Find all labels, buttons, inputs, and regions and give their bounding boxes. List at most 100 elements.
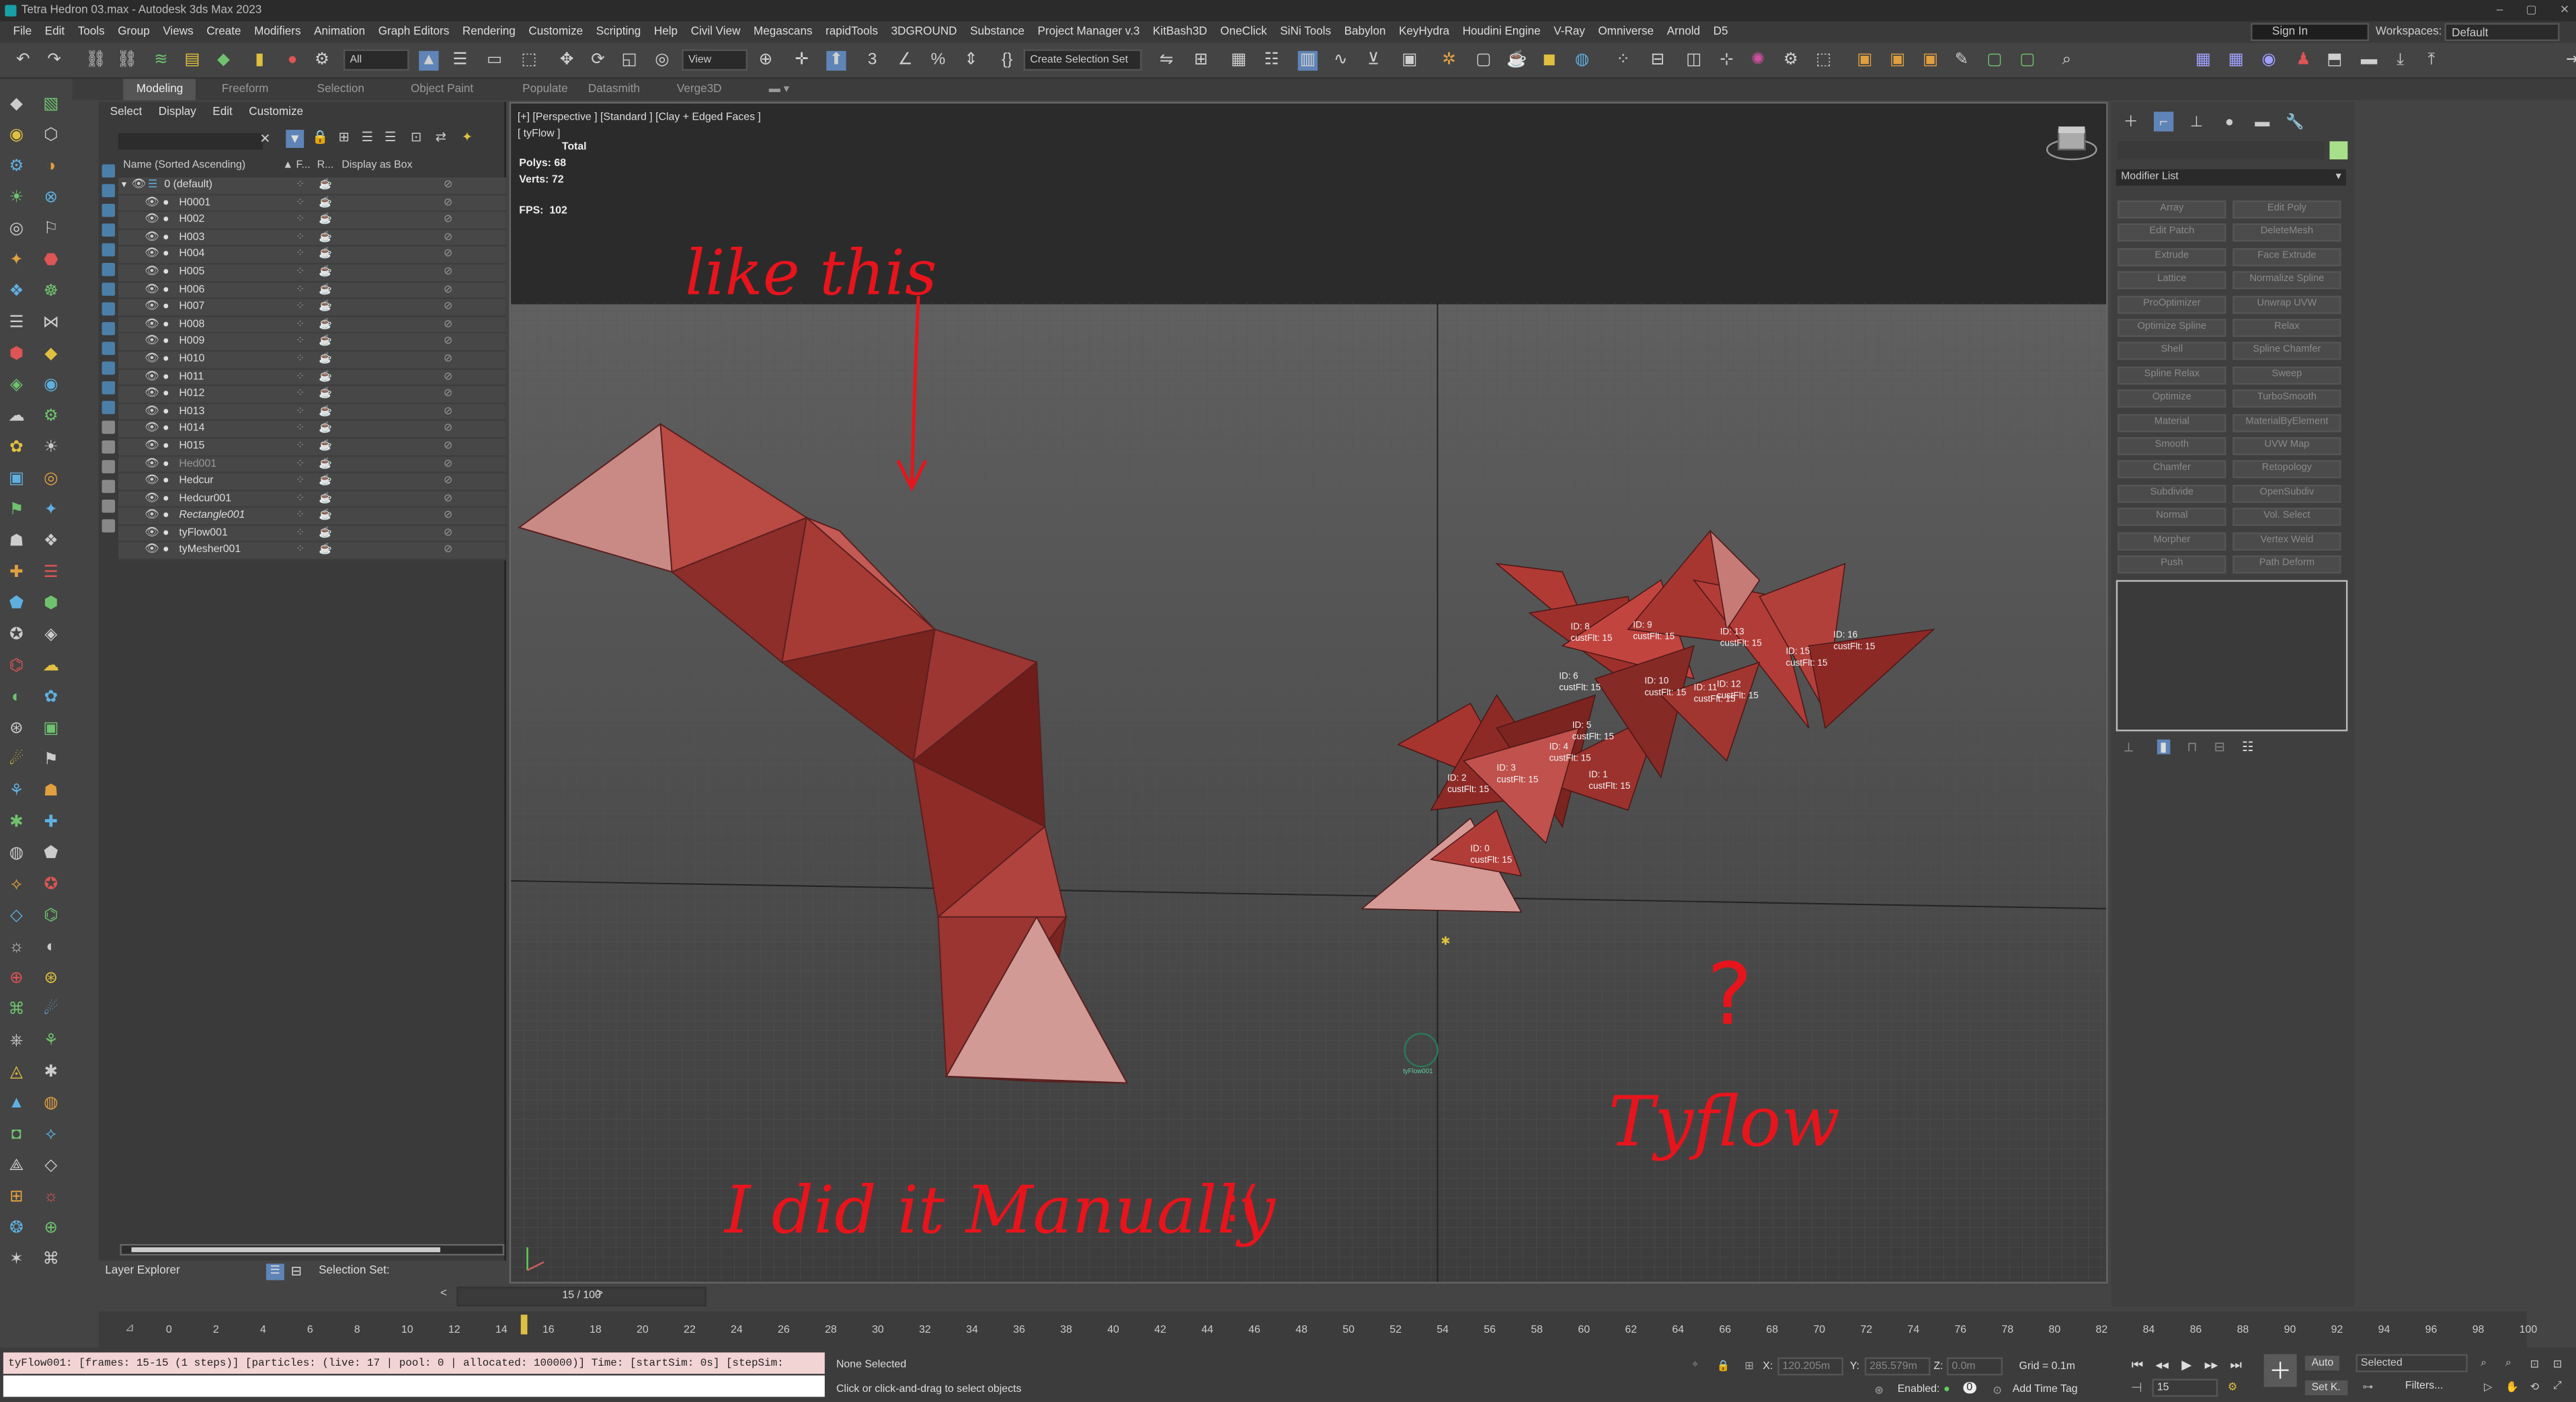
show-end-result-icon[interactable]: ▮ [2156,739,2171,754]
freeze-icon[interactable]: ⁘ [296,178,305,195]
menu-houdini-engine[interactable]: Houdini Engine [1456,26,1547,38]
menu-scripting[interactable]: Scripting [590,26,647,38]
type-filter-icon[interactable] [102,282,116,296]
highlight-icon[interactable]: ✦ [462,130,473,145]
column-display-as-box[interactable]: Display as Box [341,158,412,174]
hierarchy-icon[interactable]: ⊞ [338,130,349,145]
type-filter-icon[interactable] [102,263,116,276]
tool-strip-icon[interactable]: ⚙ [7,158,26,178]
key-filters-icon[interactable]: ⊶ [2362,1380,2373,1393]
auto-key-button[interactable]: Auto [2304,1356,2341,1371]
tool-strip-icon[interactable]: ⌬ [7,658,26,677]
menu-customize[interactable]: Customize [522,26,590,38]
tool-strip-icon[interactable]: ◈ [7,377,26,396]
visibility-icon[interactable]: 👁 [145,299,159,317]
time-tag-icon[interactable]: ⊙ [1993,1384,2001,1397]
freeze-icon[interactable]: ⁘ [296,508,305,526]
tool-strip-icon[interactable]: ⎈ [7,1032,26,1052]
modifier-button-lattice[interactable]: Lattice [2118,271,2226,290]
layer-explorer-icon[interactable]: ☷ [1262,51,1281,71]
orbit-icon[interactable]: ⟲ [2530,1380,2539,1393]
menu-tools[interactable]: Tools [71,26,111,38]
freeze-icon[interactable]: ⁘ [296,491,305,508]
go-to-start-icon[interactable]: ⏮ [2129,1358,2145,1374]
renderable-icon[interactable]: ☕ [319,212,332,230]
menu-create[interactable]: Create [200,26,247,38]
modifier-button-optimize-spline[interactable]: Optimize Spline [2118,319,2226,337]
freeze-icon[interactable]: ⁘ [296,352,305,369]
tool-strip-icon[interactable]: ◉ [41,377,61,396]
maxscript-mini-listener-input[interactable] [3,1375,825,1397]
visibility-icon[interactable]: 👁 [145,526,159,543]
render-setup-icon[interactable]: ✲ [1439,51,1459,71]
type-filter-icon[interactable] [102,499,116,513]
modifier-button-edit-poly[interactable]: Edit Poly [2232,200,2341,219]
rotate-icon[interactable]: ⟳ [588,51,608,71]
tool-strip-icon[interactable]: ✱ [41,1063,61,1083]
display-as-box-icon[interactable]: ⊘ [444,404,452,422]
plugin-c-icon[interactable]: ▦ [2226,51,2245,71]
freeze-icon[interactable]: ⁘ [296,438,305,456]
tool-strip-icon[interactable]: ☀ [7,189,26,208]
lock-selection-icon[interactable]: 🔒 [1717,1359,1730,1372]
renderable-icon[interactable]: ☕ [319,334,332,352]
tool-strip-icon[interactable]: ✦ [41,501,61,520]
tool-strip-icon[interactable]: ◇ [41,1157,61,1177]
renderable-icon[interactable]: ☕ [319,387,332,404]
folder-a-icon[interactable]: ▣ [1855,51,1874,71]
ribbon-options-icon[interactable]: ▬ ▾ [769,79,789,100]
type-filter-icon[interactable] [102,420,116,434]
tool-strip-icon[interactable]: ⊕ [7,970,26,989]
clear-search-icon[interactable]: ✕ [259,132,270,147]
object-row[interactable]: 👁 ● H015 ⁘ ☕ ⊘ [118,438,506,457]
menu-edit[interactable]: Edit [212,102,232,124]
modifier-button-opensubdiv[interactable]: OpenSubdiv [2232,484,2341,503]
freeze-icon[interactable]: ⁘ [296,264,305,282]
tool-strip-icon[interactable]: ⬡ [41,126,61,146]
object-color-swatch[interactable] [2329,141,2348,160]
sign-in-dropdown[interactable]: Sign In [2251,23,2370,42]
modifier-button-normal[interactable]: Normal [2118,508,2226,527]
tool-strip-icon[interactable]: ▣ [41,719,61,739]
type-filter-icon[interactable] [102,401,116,414]
visibility-icon[interactable]: 👁 [145,230,159,247]
menu-file[interactable]: File [7,26,38,38]
filters-button[interactable]: Filters... [2405,1380,2444,1392]
visibility-icon[interactable]: 👁 [145,195,159,212]
column-frozen[interactable]: ▲ F... [282,158,310,174]
renderable-icon[interactable]: ☕ [319,456,332,473]
type-filter-icon[interactable] [102,361,116,375]
tool-strip-icon[interactable]: ⬣ [41,251,61,271]
plugin-b-icon[interactable]: ▦ [2193,51,2213,71]
scene-scrollbar-thumb[interactable] [131,1247,440,1253]
tool-strip-icon[interactable]: ⬟ [41,845,61,864]
object-row[interactable]: 👁 ● H0001 ⁘ ☕ ⊘ [118,194,506,212]
object-name-field[interactable] [2118,141,2325,160]
renderable-icon[interactable]: ☕ [319,247,332,265]
record-icon[interactable]: ● [282,51,302,71]
tool-strip-icon[interactable]: ⊗ [41,189,61,208]
object-row[interactable]: 👁 ● H012 ⁘ ☕ ⊘ [118,386,506,404]
keyboard-shortcut-toggle-icon[interactable]: ⬆ [826,50,846,71]
freeze-icon[interactable]: ⁘ [296,369,305,387]
align-icon[interactable]: ⊞ [1191,51,1211,71]
current-frame-marker[interactable] [520,1315,528,1335]
tool-strip-icon[interactable]: ◇ [7,907,26,927]
visibility-icon[interactable]: 👁 [145,212,159,230]
type-filter-icon[interactable] [102,204,116,217]
menu-graph-editors[interactable]: Graph Editors [372,26,456,38]
display-as-box-icon[interactable]: ⊘ [444,212,452,230]
modifier-button-shell[interactable]: Shell [2118,342,2226,361]
rect-selection-icon[interactable]: ▭ [485,51,504,71]
pan-icon[interactable]: ✋ [2505,1380,2519,1393]
green-box2-icon[interactable]: ▢ [2017,51,2037,71]
freeze-icon[interactable]: ⁘ [296,230,305,247]
display-as-box-icon[interactable]: ⊘ [444,508,452,526]
renderable-icon[interactable]: ☕ [319,195,332,212]
tool-strip-icon[interactable]: ❖ [7,282,26,302]
menu-edit[interactable]: Edit [38,26,71,38]
tool-strip-icon[interactable]: ☀ [41,439,61,459]
menu-select[interactable]: Select [110,102,143,124]
freeze-icon[interactable]: ⁘ [296,247,305,265]
modifier-button-chamfer[interactable]: Chamfer [2118,461,2226,479]
